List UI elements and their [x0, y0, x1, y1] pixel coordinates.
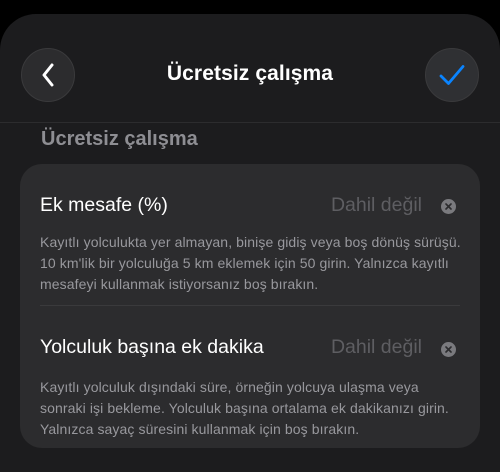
checkmark-icon [439, 65, 465, 85]
extra-minutes-clear-button[interactable] [441, 342, 456, 357]
extra-distance-label: Ek mesafe (%) [40, 194, 168, 216]
clear-circle-icon [445, 346, 452, 353]
chevron-left-icon [42, 63, 54, 87]
modal-sheet: Ücretsiz çalışma Ücretsiz çalışma Ek mes… [0, 14, 500, 472]
extra-minutes-input[interactable]: Dahil değil [331, 336, 422, 359]
extra-minutes-row: Yolculuk başına ek dakika Dahil değil Ka… [20, 305, 480, 448]
extra-distance-row: Ek mesafe (%) Dahil değil Kayıtlı yolcul… [20, 164, 480, 305]
back-button[interactable] [21, 48, 75, 102]
extra-distance-description: Kayıtlı yolculukta yer almayan, binişe g… [40, 234, 461, 292]
done-button[interactable] [425, 48, 479, 102]
extra-distance-clear-button[interactable] [441, 199, 456, 214]
screen: Ücretsiz çalışma Ücretsiz çalışma Ek mes… [0, 0, 500, 472]
navigation-bar: Ücretsiz çalışma [0, 14, 500, 123]
settings-card: Ek mesafe (%) Dahil değil Kayıtlı yolcul… [20, 164, 480, 448]
page-title: Ücretsiz çalışma [166, 62, 334, 85]
extra-minutes-description: Kayıtlı yolculuk dışındaki süre, örneğin… [40, 379, 449, 437]
extra-distance-input[interactable]: Dahil değil [331, 194, 422, 217]
clear-circle-icon [445, 203, 452, 210]
section-header: Ücretsiz çalışma [41, 128, 198, 150]
extra-minutes-label: Yolculuk başına ek dakika [40, 336, 264, 358]
